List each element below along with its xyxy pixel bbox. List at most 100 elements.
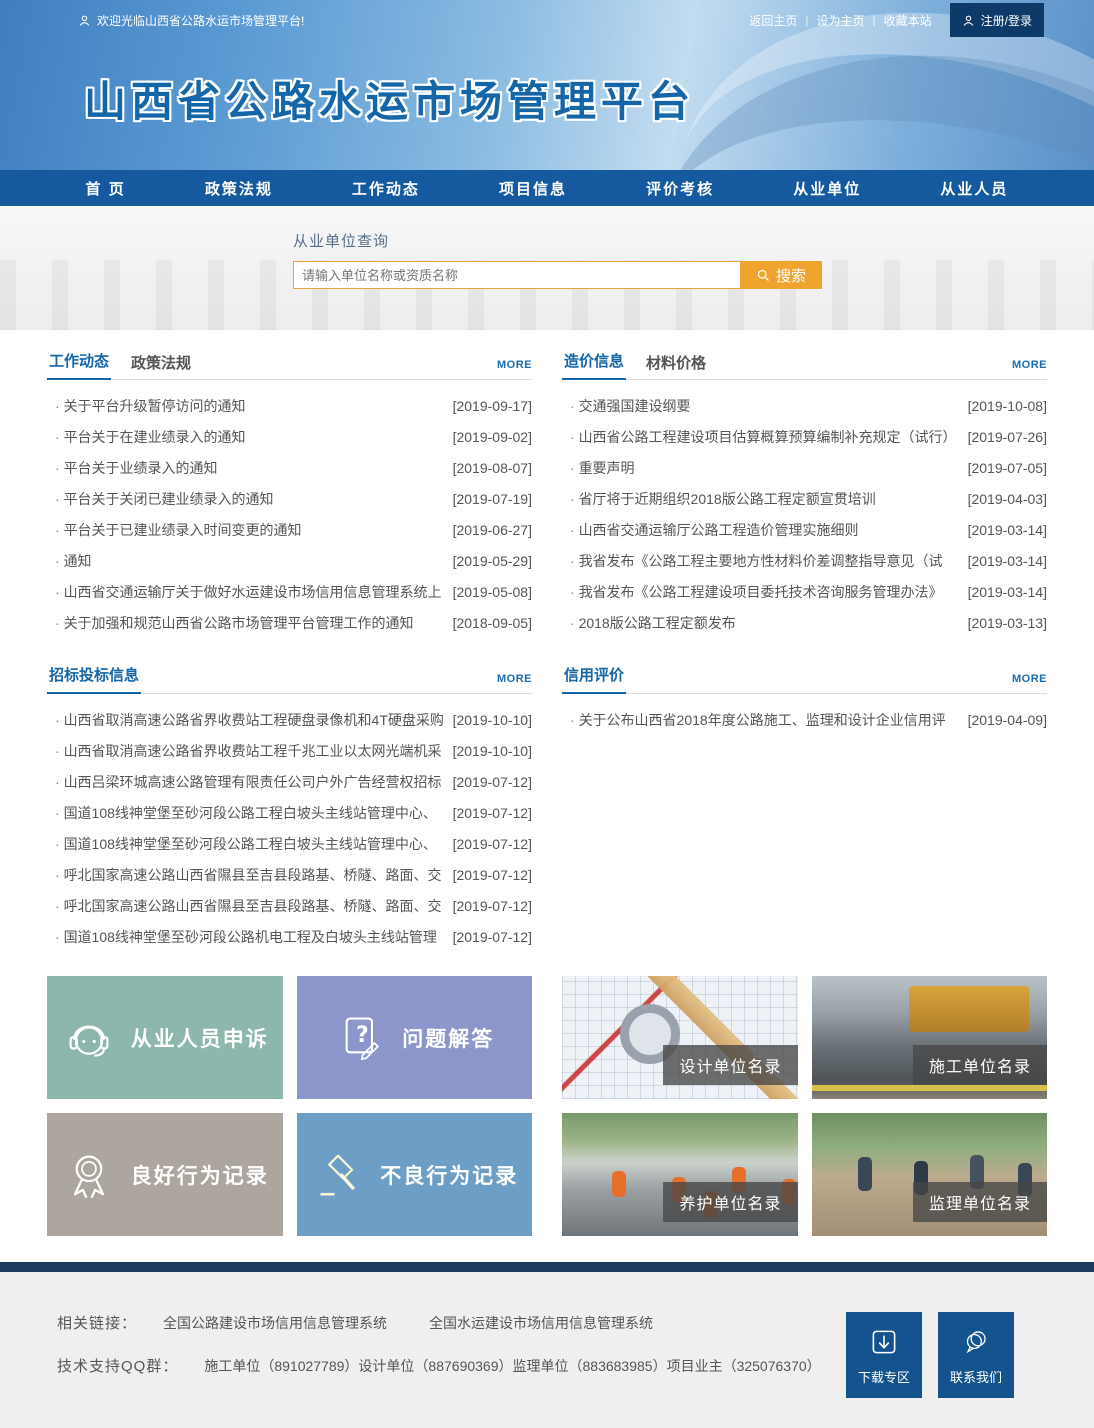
search-button[interactable]: 搜索: [740, 261, 822, 289]
news-item: 平台关于已建业绩录入时间变更的通知[2019-06-27]: [55, 514, 532, 545]
chat-icon: [959, 1325, 993, 1359]
news-item: 山西省取消高速公路省界收费站工程千兆工业以太网光端机采 [2019-10-10]: [55, 735, 532, 766]
news-date: [2018-09-05]: [453, 615, 532, 631]
action-tiles: 从业人员申诉 ? 问题解答 良好行为记录: [47, 976, 532, 1236]
news-title[interactable]: 山西吕梁环城高速公路管理有限责任公司户外广告经营权招标: [55, 772, 442, 792]
link-national-waterway-credit[interactable]: 全国水运建设市场信用信息管理系统: [429, 1313, 653, 1333]
news-title[interactable]: 呼北国家高速公路山西省隰县至吉县段路基、桥隧、路面、交: [55, 865, 442, 885]
qq-groups-text: 施工单位（891027789）设计单位（887690369）监理单位（88368…: [204, 1356, 820, 1376]
user-icon: [78, 14, 91, 27]
nav-work-news[interactable]: 工作动态: [352, 178, 420, 199]
qq-support-label: 技术支持QQ群：: [57, 1355, 178, 1376]
news-title[interactable]: 关于平台升级暂停访问的通知: [55, 396, 246, 416]
nav-personnel[interactable]: 从业人员: [940, 178, 1008, 199]
news-item: 山西省公路工程建设项目估算概算预算编制补充规定（试行） [2019-07-26]: [570, 421, 1047, 452]
news-title[interactable]: 交通强国建设纲要: [570, 396, 691, 416]
news-title[interactable]: 关于加强和规范山西省公路市场管理平台管理工作的通知: [55, 613, 414, 633]
news-date: [2019-04-03]: [968, 491, 1047, 507]
news-item: 呼北国家高速公路山西省隰县至吉县段路基、桥隧、路面、交 [2019-07-12]: [55, 859, 532, 890]
news-date: [2019-07-12]: [453, 805, 532, 821]
gallery-construction-units[interactable]: 施工单位名录: [812, 976, 1048, 1099]
tile-bad-records[interactable]: 不良行为记录: [297, 1113, 533, 1236]
news-date: [2019-03-13]: [968, 615, 1047, 631]
news-title[interactable]: 平台关于在建业绩录入的通知: [55, 427, 246, 447]
news-item: 重要声明 [2019-07-05]: [570, 452, 1047, 483]
news-date: [2019-09-02]: [453, 429, 532, 445]
news-date: [2019-07-19]: [453, 491, 532, 507]
gallery-maintenance-units[interactable]: 养护单位名录: [562, 1113, 798, 1236]
news-title[interactable]: 呼北国家高速公路山西省隰县至吉县段路基、桥隧、路面、交: [55, 896, 442, 916]
news-title[interactable]: 山西省取消高速公路省界收费站工程千兆工业以太网光端机采: [55, 741, 442, 761]
link-set-home[interactable]: 设为主页: [817, 12, 865, 29]
section-cost-info: 造价信息 材料价格 MORE 交通强国建设纲要[2019-10-08] 山西省公…: [562, 350, 1047, 638]
news-title[interactable]: 国道108线神堂堡至砂河段公路机电工程及白坡头主线站管理: [55, 927, 437, 947]
user-icon: [962, 14, 975, 27]
nav-project-info[interactable]: 项目信息: [499, 178, 567, 199]
news-date: [2019-07-05]: [968, 460, 1047, 476]
download-zone-button[interactable]: 下载专区: [846, 1312, 922, 1398]
contact-us-button[interactable]: 联系我们: [938, 1312, 1014, 1398]
news-title[interactable]: 我省发布《公路工程建设项目委托技术咨询服务管理办法》: [570, 582, 943, 602]
more-link[interactable]: MORE: [497, 359, 532, 379]
news-title[interactable]: 平台关于已建业绩录入时间变更的通知: [55, 520, 302, 540]
gallery-supervision-units[interactable]: 监理单位名录: [812, 1113, 1048, 1236]
main-nav: 首 页 政策法规 工作动态 项目信息 评价考核 从业单位 从业人员: [0, 170, 1094, 206]
link-return-home[interactable]: 返回主页: [749, 12, 797, 29]
tile-label: 问题解答: [402, 1023, 494, 1053]
link-bookmark[interactable]: 收藏本站: [884, 12, 932, 29]
news-title[interactable]: 我省发布《公路工程主要地方性材料价差调整指导意见（试: [570, 551, 943, 571]
news-date: [2019-07-26]: [968, 429, 1047, 445]
more-link[interactable]: MORE: [1012, 673, 1047, 693]
site-title: 山西省公路水运市场管理平台: [84, 68, 1094, 129]
news-date: [2019-10-10]: [453, 743, 532, 759]
news-title[interactable]: 省厅将于近期组织2018版公路工程定额宣贯培训: [570, 489, 876, 509]
news-title[interactable]: 通知: [55, 551, 92, 571]
footer-divider-bar: [0, 1262, 1094, 1272]
nav-home[interactable]: 首 页: [86, 178, 126, 199]
news-title[interactable]: 重要声明: [570, 458, 635, 478]
more-link[interactable]: MORE: [497, 673, 532, 693]
tab-cost-info[interactable]: 造价信息: [562, 350, 626, 380]
news-title[interactable]: 2018版公路工程定额发布: [570, 613, 736, 633]
tile-qa[interactable]: ? 问题解答: [297, 976, 533, 1099]
news-item: 山西省交通运输厅公路工程造价管理实施细则[2019-03-14]: [570, 514, 1047, 545]
gallery-label: 施工单位名录: [913, 1045, 1047, 1085]
news-date: [2019-04-09]: [968, 712, 1047, 728]
news-title[interactable]: 关于公布山西省2018年度公路施工、监理和设计企业信用评: [570, 710, 946, 730]
gallery-design-units[interactable]: 设计单位名录: [562, 976, 798, 1099]
news-title[interactable]: 山西省公路工程建设项目估算概算预算编制补充规定（试行）: [570, 427, 957, 447]
news-item: 关于加强和规范山西省公路市场管理平台管理工作的通知 [2018-09-05]: [55, 607, 532, 638]
news-item: 国道108线神堂堡至砂河段公路机电工程及白坡头主线站管理[2019-07-12]: [55, 921, 532, 952]
news-date: [2019-10-10]: [453, 712, 532, 728]
section-credit: 信用评价 MORE 关于公布山西省2018年度公路施工、监理和设计企业信用评 [2…: [562, 664, 1047, 952]
register-login-button[interactable]: 注册/登录: [950, 3, 1044, 37]
news-title[interactable]: 山西省交通运输厅关于做好水运建设市场信用信息管理系统上: [55, 582, 442, 602]
tile-personnel-appeal[interactable]: 从业人员申诉: [47, 976, 283, 1099]
tab-bidding[interactable]: 招标投标信息: [47, 664, 141, 694]
tab-material-prices[interactable]: 材料价格: [644, 352, 708, 380]
nav-evaluation[interactable]: 评价考核: [646, 178, 714, 199]
news-title[interactable]: 国道108线神堂堡至砂河段公路工程白坡头主线站管理中心、: [55, 803, 437, 823]
more-link[interactable]: MORE: [1012, 359, 1047, 379]
news-date: [2019-07-12]: [453, 836, 532, 852]
news-title[interactable]: 平台关于业绩录入的通知: [55, 458, 218, 478]
link-national-highway-credit[interactable]: 全国公路建设市场信用信息管理系统: [163, 1313, 387, 1333]
search-input[interactable]: [293, 261, 740, 289]
tab-policies[interactable]: 政策法规: [129, 352, 193, 380]
search-icon: [756, 268, 771, 283]
news-date: [2019-07-12]: [453, 867, 532, 883]
news-title[interactable]: 山西省交通运输厅公路工程造价管理实施细则: [570, 520, 859, 540]
news-title[interactable]: 国道108线神堂堡至砂河段公路工程白坡头主线站管理中心、: [55, 834, 437, 854]
news-title[interactable]: 山西省取消高速公路省界收费站工程硬盘录像机和4T硬盘采购: [55, 710, 444, 730]
news-item: 交通强国建设纲要[2019-10-08]: [570, 390, 1047, 421]
search-band: 从业单位查询 搜索: [0, 206, 1094, 330]
nav-units[interactable]: 从业单位: [793, 178, 861, 199]
divider: |: [805, 13, 808, 27]
news-title[interactable]: 平台关于关闭已建业绩录入的通知: [55, 489, 274, 509]
nav-policies[interactable]: 政策法规: [205, 178, 273, 199]
news-date: [2019-03-14]: [968, 584, 1047, 600]
tile-good-records[interactable]: 良好行为记录: [47, 1113, 283, 1236]
svg-text:?: ?: [356, 1023, 370, 1048]
tab-work-news[interactable]: 工作动态: [47, 350, 111, 380]
tab-credit[interactable]: 信用评价: [562, 664, 626, 694]
